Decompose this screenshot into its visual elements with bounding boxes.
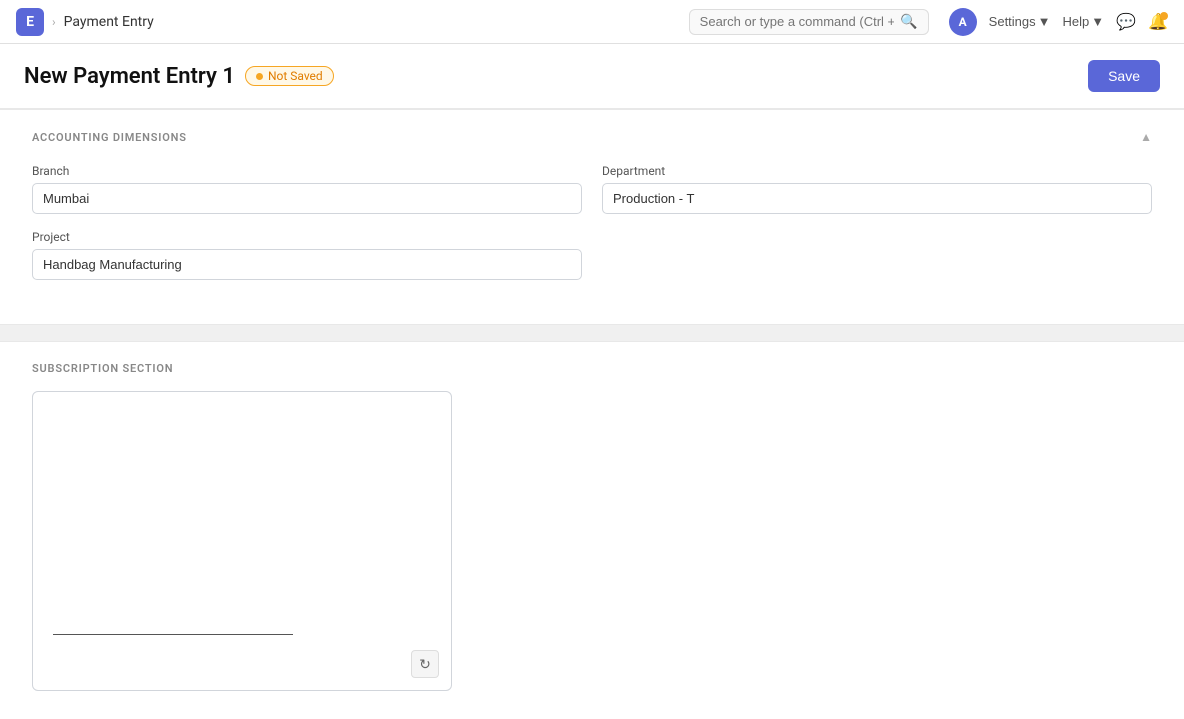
subscription-section-title: SUBSCRIPTION SECTION: [32, 362, 1152, 375]
page-title: New Payment Entry 1: [24, 64, 235, 89]
status-dot-icon: [256, 73, 263, 80]
branch-label: Branch: [32, 164, 582, 178]
accounting-dimensions-section: ACCOUNTING DIMENSIONS ▲ Branch Departmen…: [0, 109, 1184, 325]
help-button[interactable]: Help ▼: [1063, 14, 1105, 29]
notification-dot: [1160, 12, 1168, 20]
navbar: E › Payment Entry 🔍 A Settings ▼ Help ▼ …: [0, 0, 1184, 44]
breadcrumb-chevron-icon: ›: [52, 15, 56, 29]
page-title-area: New Payment Entry 1 Not Saved: [24, 64, 334, 89]
settings-button[interactable]: Settings ▼: [989, 14, 1051, 29]
subscription-section: SUBSCRIPTION SECTION ↻: [0, 341, 1184, 719]
global-search-box[interactable]: 🔍: [689, 9, 929, 35]
notification-bell-button[interactable]: 🔔: [1148, 12, 1168, 32]
navbar-right-actions: A Settings ▼ Help ▼ 💬 🔔: [949, 8, 1168, 36]
reload-icon: ↻: [419, 656, 431, 673]
subscription-reload-button[interactable]: ↻: [411, 650, 439, 678]
department-input[interactable]: [602, 183, 1152, 214]
status-badge: Not Saved: [245, 66, 334, 86]
accounting-dimensions-collapse-button[interactable]: ▲: [1140, 130, 1152, 144]
chevron-up-icon: ▲: [1140, 130, 1152, 144]
app-brand-icon[interactable]: E: [16, 8, 44, 36]
breadcrumb-payment-entry: Payment Entry: [64, 14, 154, 30]
subscription-loading-line: [53, 634, 293, 635]
accounting-dimensions-header: ACCOUNTING DIMENSIONS ▲: [32, 130, 1152, 144]
help-chevron-icon: ▼: [1091, 14, 1104, 29]
branch-input[interactable]: [32, 183, 582, 214]
branch-department-row: Branch Department: [32, 164, 1152, 214]
avatar[interactable]: A: [949, 8, 977, 36]
section-gap: [0, 325, 1184, 341]
search-icon: 🔍: [900, 14, 917, 30]
chat-icon-button[interactable]: 💬: [1116, 12, 1136, 32]
page-header: New Payment Entry 1 Not Saved Save: [0, 44, 1184, 109]
subscription-box: ↻: [32, 391, 452, 691]
project-row: Project: [32, 230, 1152, 280]
branch-field-group: Branch: [32, 164, 582, 214]
project-label: Project: [32, 230, 582, 244]
main-content: ACCOUNTING DIMENSIONS ▲ Branch Departmen…: [0, 109, 1184, 719]
save-button[interactable]: Save: [1088, 60, 1160, 92]
accounting-dimensions-title: ACCOUNTING DIMENSIONS: [32, 131, 187, 144]
project-field-group: Project: [32, 230, 582, 280]
search-input[interactable]: [700, 14, 895, 29]
department-label: Department: [602, 164, 1152, 178]
settings-chevron-icon: ▼: [1038, 14, 1051, 29]
status-label: Not Saved: [268, 69, 323, 83]
department-field-group: Department: [602, 164, 1152, 214]
project-input[interactable]: [32, 249, 582, 280]
